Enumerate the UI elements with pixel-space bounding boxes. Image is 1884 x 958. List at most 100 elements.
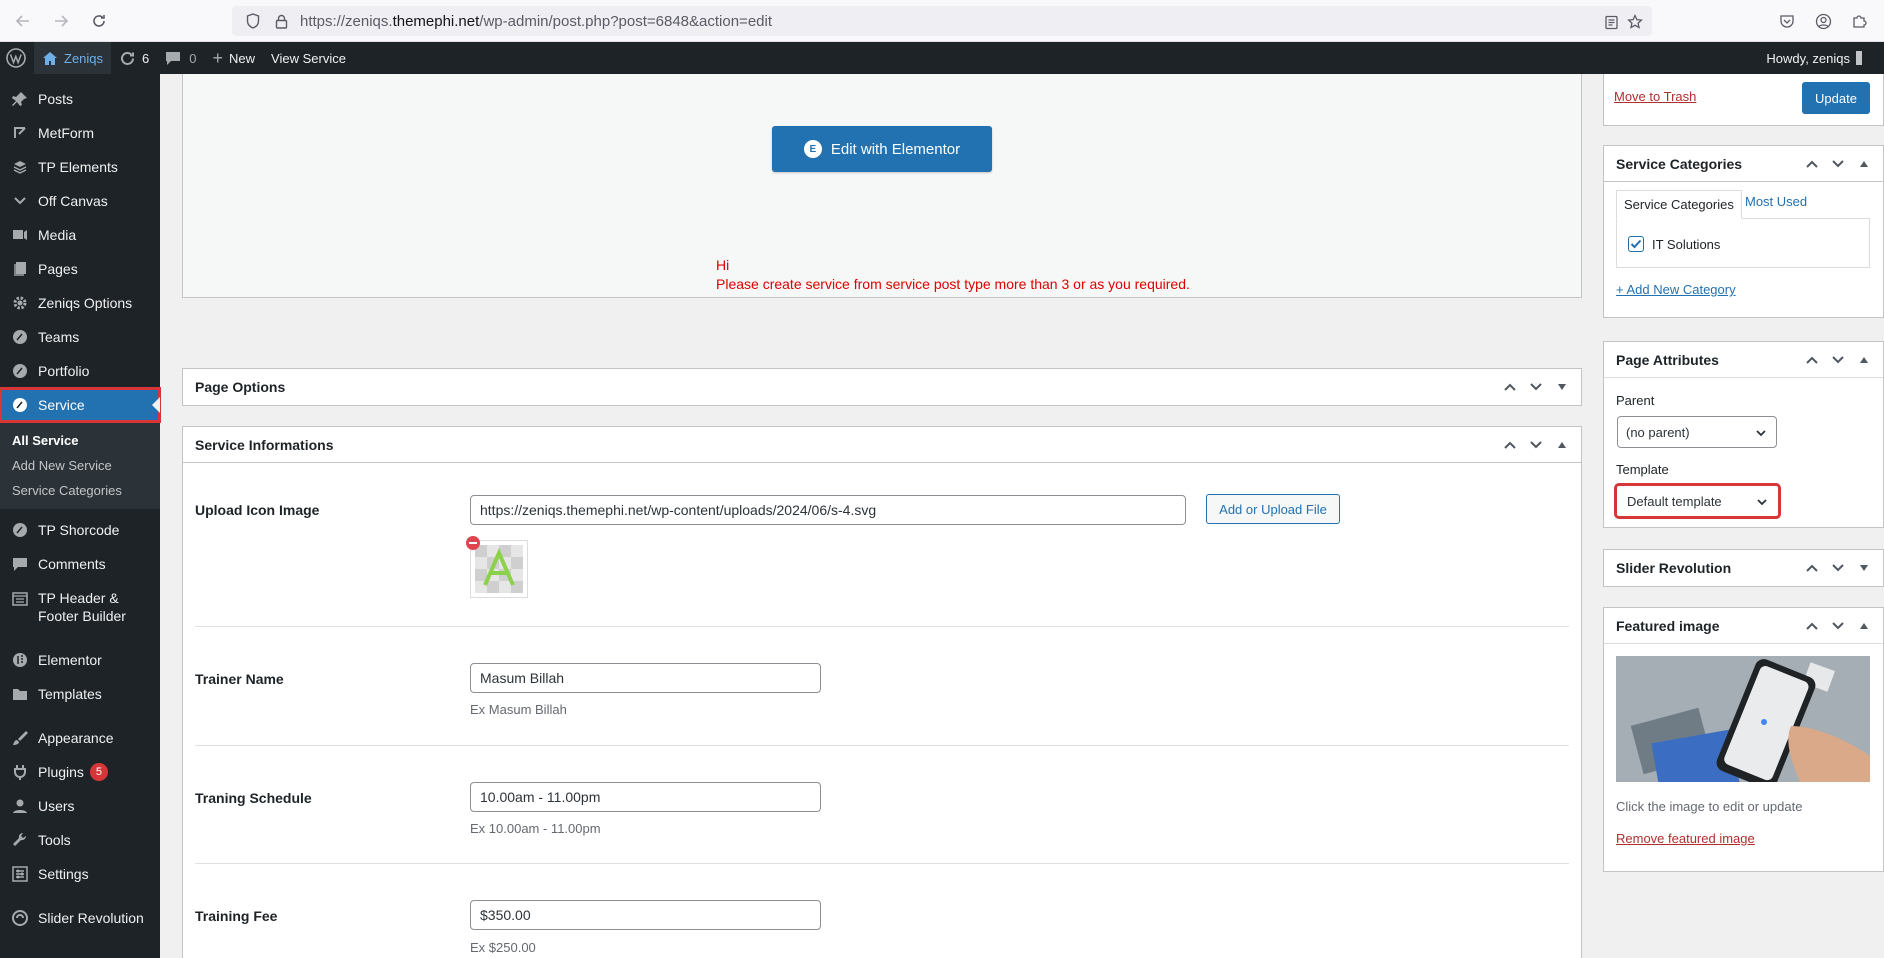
- menu-item-elementor[interactable]: Elementor: [0, 643, 160, 677]
- menu-separator: [0, 711, 160, 721]
- upload-icon-label: Upload Icon Image: [195, 502, 320, 518]
- view-service-link[interactable]: View Service: [263, 42, 354, 74]
- training-schedule-label: Traning Schedule: [195, 790, 312, 806]
- page-attributes-header[interactable]: Page Attributes: [1604, 342, 1883, 378]
- move-to-trash-link[interactable]: Move to Trash: [1614, 89, 1696, 104]
- toggle-up-icon[interactable]: [1851, 613, 1877, 639]
- service-categories-header[interactable]: Service Categories: [1604, 146, 1883, 182]
- move-down-icon[interactable]: [1523, 432, 1549, 458]
- back-icon[interactable]: [8, 6, 38, 36]
- menu-item-pages[interactable]: Pages: [0, 252, 160, 286]
- wordpress-logo-icon[interactable]: [0, 42, 34, 74]
- forward-icon[interactable]: [46, 6, 76, 36]
- featured-image-header[interactable]: Featured image: [1604, 608, 1883, 644]
- account-icon[interactable]: [1814, 12, 1832, 30]
- menu-item-settings[interactable]: Settings: [0, 857, 160, 891]
- menu-item-posts[interactable]: Posts: [0, 82, 160, 116]
- remove-featured-image-link[interactable]: Remove featured image: [1616, 831, 1755, 846]
- toggle-up-icon[interactable]: [1851, 151, 1877, 177]
- update-count-badge: 5: [89, 763, 108, 781]
- submenu-item-service-categories[interactable]: Service Categories: [0, 478, 160, 503]
- menu-item-label: TP Header & Footer Builder: [38, 590, 126, 624]
- featured-image-thumbnail[interactable]: [1616, 656, 1870, 782]
- field-divider: [195, 626, 1569, 627]
- menu-item-users[interactable]: Users: [0, 789, 160, 823]
- add-new-category-link[interactable]: + Add New Category: [1616, 282, 1736, 297]
- service-informations-header[interactable]: Service Informations: [183, 427, 1581, 463]
- category-item[interactable]: IT Solutions: [1628, 236, 1720, 252]
- my-account-link[interactable]: Howdy, zeniqs: [1758, 42, 1870, 74]
- pocket-icon[interactable]: [1778, 12, 1796, 30]
- menu-item-label: Templates: [38, 686, 102, 702]
- move-down-icon[interactable]: [1825, 151, 1851, 177]
- toggle-up-icon[interactable]: [1549, 432, 1575, 458]
- toggle-down-icon[interactable]: [1549, 374, 1575, 400]
- remove-icon[interactable]: [466, 536, 480, 550]
- menu-item-service[interactable]: Service: [0, 387, 161, 423]
- menu-item-appearance[interactable]: Appearance: [0, 721, 160, 755]
- new-content-link[interactable]: + New: [205, 42, 264, 74]
- tab-service-categories[interactable]: Service Categories: [1616, 190, 1742, 219]
- chevron-icon: [10, 191, 30, 211]
- tab-most-used[interactable]: Most Used: [1745, 194, 1807, 209]
- extensions-icon[interactable]: [1850, 12, 1868, 30]
- training-fee-input[interactable]: $350.00: [470, 900, 821, 930]
- icon-preview: [470, 540, 528, 598]
- menu-item-tools[interactable]: Tools: [0, 823, 160, 857]
- reload-icon[interactable]: [84, 6, 114, 36]
- move-down-icon[interactable]: [1523, 374, 1549, 400]
- move-up-icon[interactable]: [1799, 151, 1825, 177]
- bookmark-star-icon[interactable]: [1626, 13, 1644, 31]
- menu-item-off-canvas[interactable]: Off Canvas: [0, 184, 160, 218]
- menu-item-plugins[interactable]: Plugins 5: [0, 755, 160, 789]
- menu-item-tp-elements[interactable]: TP Elements: [0, 150, 160, 184]
- move-up-icon[interactable]: [1799, 555, 1825, 581]
- parent-select[interactable]: (no parent): [1617, 416, 1777, 448]
- wp-admin-bar: Zeniqs 6 0 + New View Service Howdy, zen…: [0, 42, 1884, 74]
- chevron-down-icon: [1755, 495, 1769, 509]
- reader-view-icon[interactable]: [1602, 13, 1620, 31]
- comments-link[interactable]: 0: [157, 42, 204, 74]
- brush-icon: [10, 728, 30, 748]
- menu-item-teams[interactable]: Teams: [0, 320, 160, 354]
- menu-item-zeniqs-options[interactable]: Zeniqs Options: [0, 286, 160, 320]
- menu-item-portfolio[interactable]: Portfolio: [0, 354, 160, 388]
- menu-item-slider-revolution[interactable]: Slider Revolution: [0, 901, 160, 935]
- move-down-icon[interactable]: [1825, 347, 1851, 373]
- circle-icon: [10, 395, 30, 415]
- service-submenu: All Service Add New Service Service Catego…: [0, 422, 160, 509]
- circle-icon: [10, 520, 30, 540]
- move-up-icon[interactable]: [1799, 613, 1825, 639]
- menu-item-tp-header-footer-builder[interactable]: TP Header & Footer Builder: [0, 581, 160, 635]
- toggle-down-icon[interactable]: [1851, 555, 1877, 581]
- move-down-icon[interactable]: [1825, 613, 1851, 639]
- add-or-upload-file-button[interactable]: Add or Upload File: [1206, 494, 1340, 524]
- menu-item-metform[interactable]: MetForm: [0, 116, 160, 150]
- slider-revolution-header[interactable]: Slider Revolution: [1604, 550, 1883, 586]
- move-down-icon[interactable]: [1825, 555, 1851, 581]
- menu-item-label: Comments: [38, 556, 106, 572]
- edit-with-elementor-button[interactable]: E Edit with Elementor: [772, 126, 992, 172]
- menu-item-tp-shorcode[interactable]: TP Shorcode: [0, 513, 160, 547]
- training-schedule-input[interactable]: 10.00am - 11.00pm: [470, 782, 821, 812]
- template-select[interactable]: Default template: [1614, 483, 1781, 519]
- category-checkbox[interactable]: [1628, 236, 1644, 252]
- move-up-icon[interactable]: [1497, 374, 1523, 400]
- menu-item-templates[interactable]: Templates: [0, 677, 160, 711]
- menu-item-comments[interactable]: Comments: [0, 547, 160, 581]
- upload-icon-url-input[interactable]: https://zeniqs.themephi.net/wp-content/u…: [470, 495, 1186, 525]
- trainer-name-input[interactable]: Masum Billah: [470, 663, 821, 693]
- toggle-up-icon[interactable]: [1851, 347, 1877, 373]
- menu-item-media[interactable]: Media: [0, 218, 160, 252]
- updates-link[interactable]: 6: [111, 42, 157, 74]
- update-button[interactable]: Update: [1802, 82, 1870, 114]
- submenu-item-all-service[interactable]: All Service: [0, 428, 160, 453]
- move-up-icon[interactable]: [1799, 347, 1825, 373]
- url-bar[interactable]: https://zeniqs.themephi.net/wp-admin/pos…: [232, 6, 1652, 36]
- user-icon: [10, 796, 30, 816]
- submenu-item-add-new-service[interactable]: Add New Service: [0, 453, 160, 478]
- site-name-link[interactable]: Zeniqs: [34, 42, 112, 74]
- page-options-header[interactable]: Page Options: [183, 369, 1581, 405]
- move-up-icon[interactable]: [1497, 432, 1523, 458]
- circle-icon: [10, 361, 30, 381]
